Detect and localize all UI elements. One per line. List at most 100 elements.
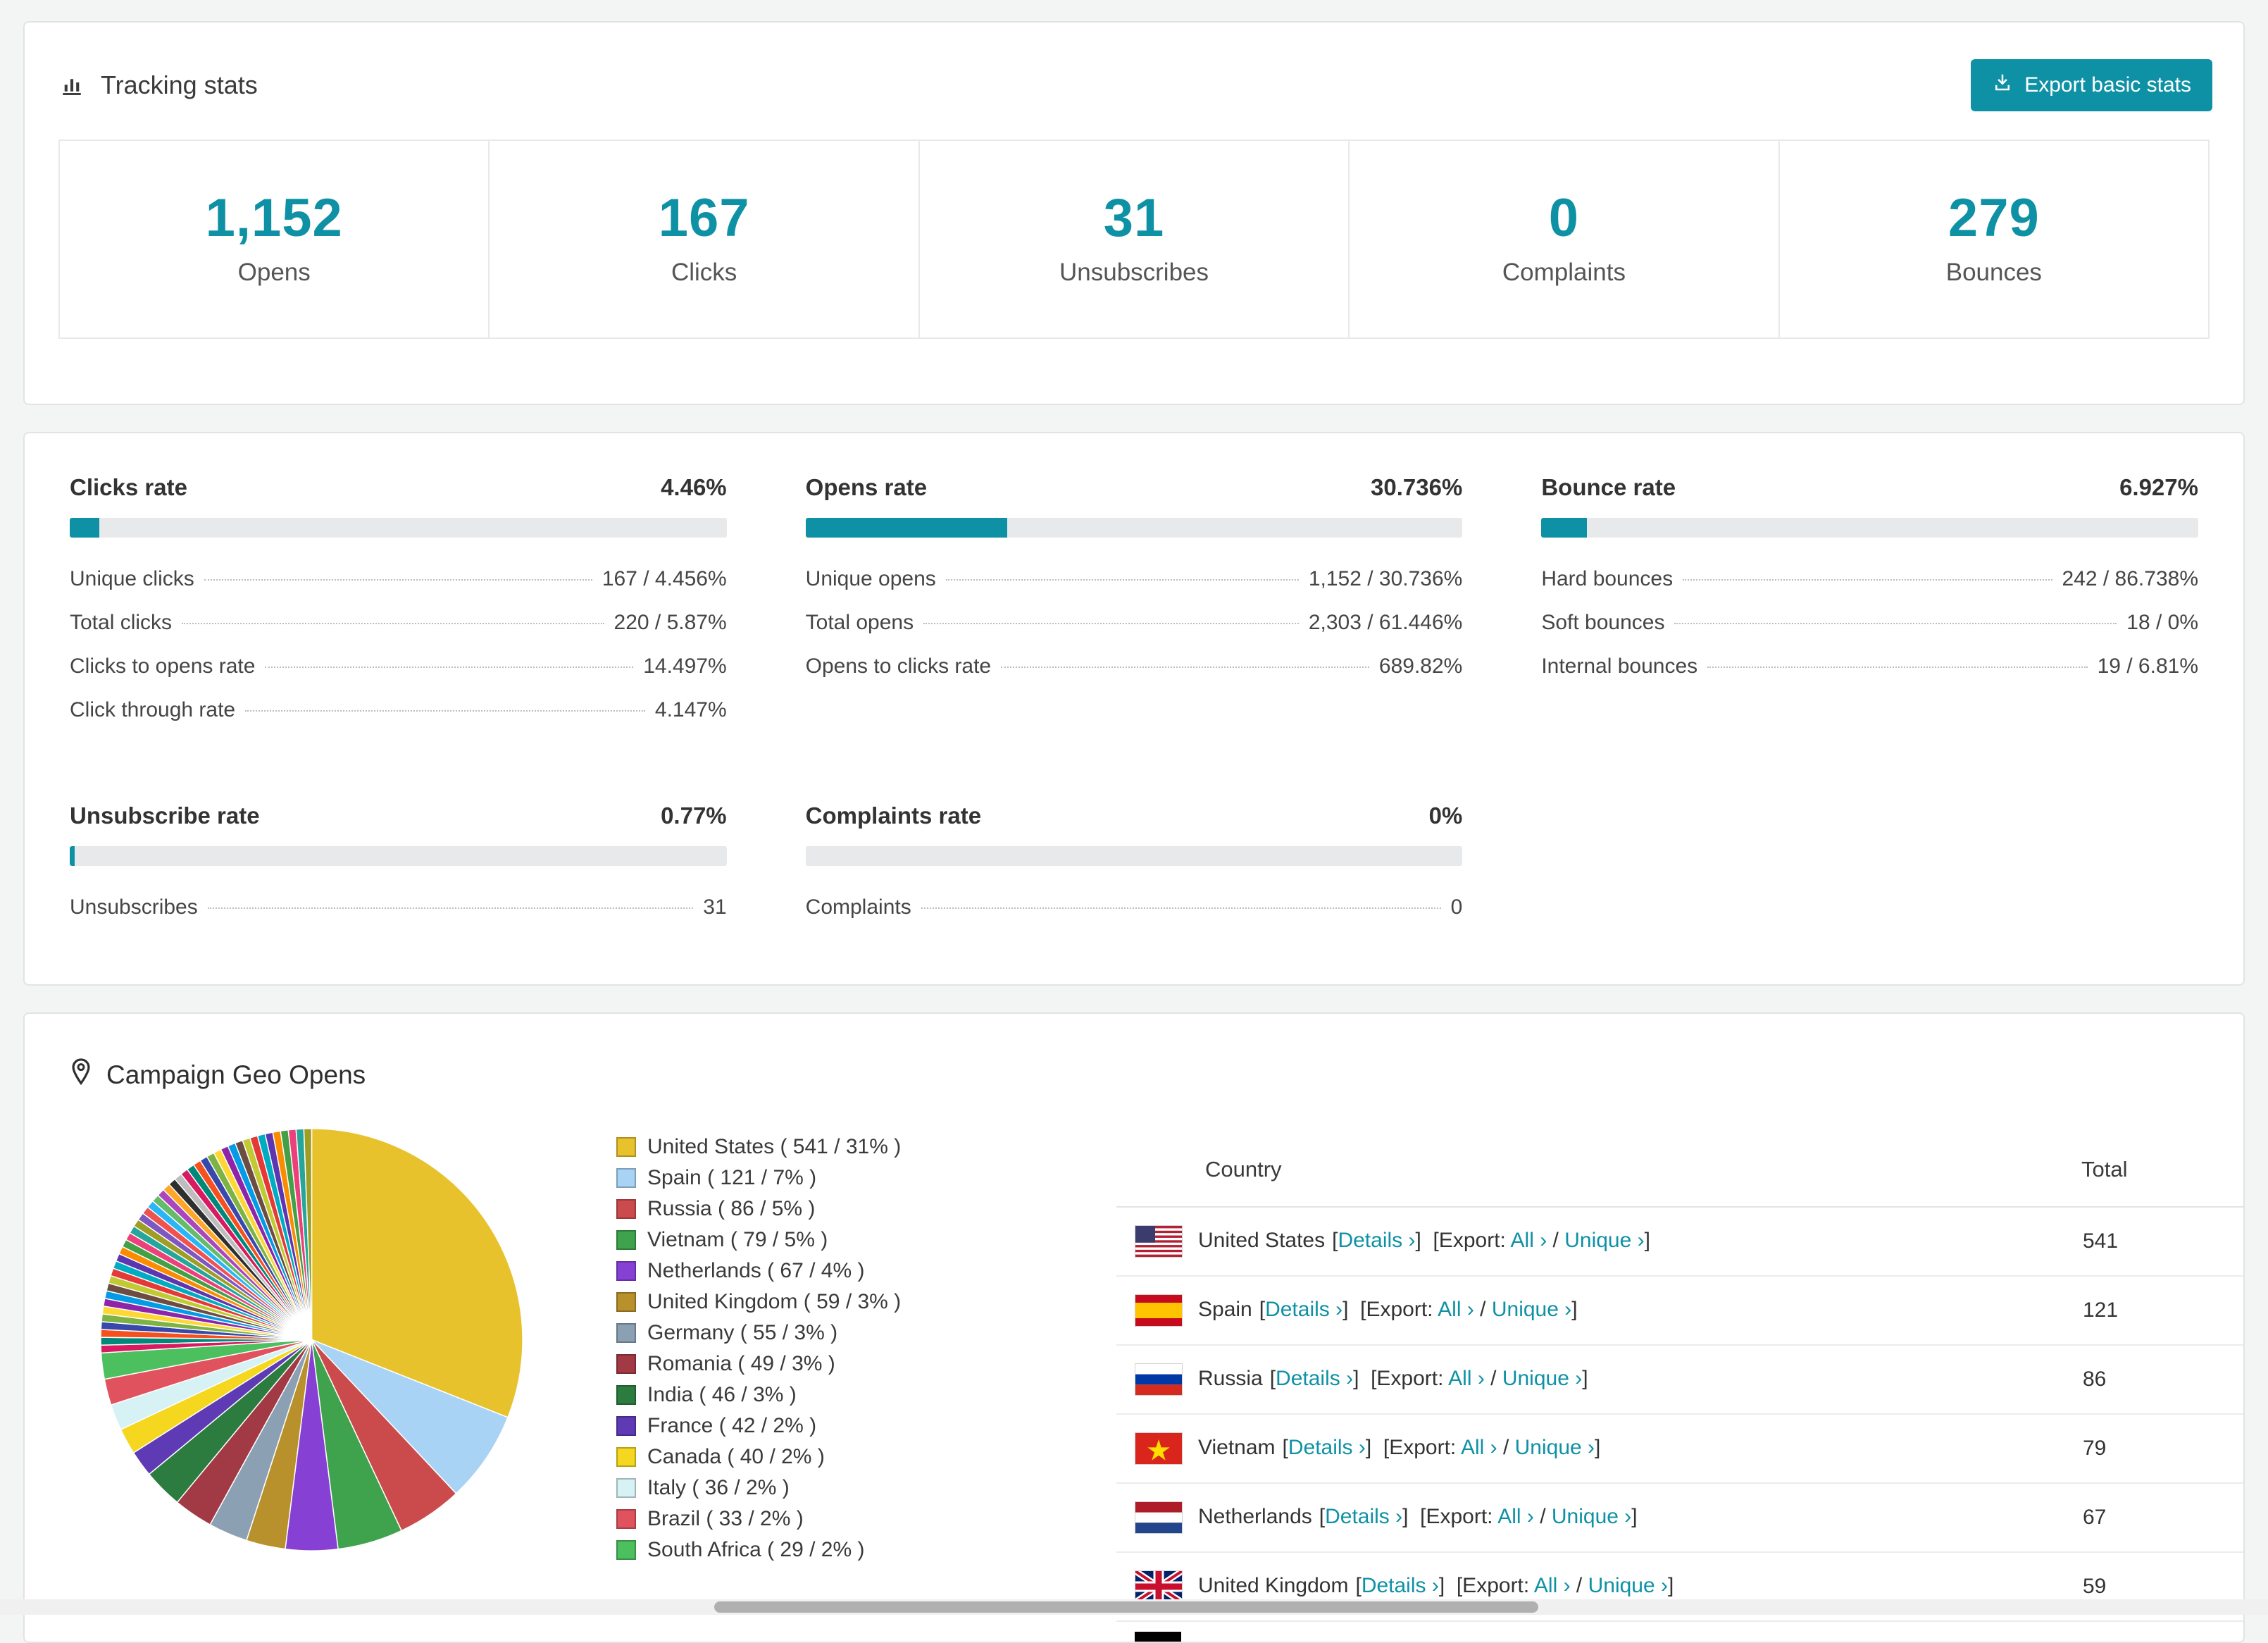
rate-detail-row: Click through rate 4.147% xyxy=(70,688,727,732)
geo-body: United States ( 541 / 31% ) Spain ( 121 /… xyxy=(25,1092,2243,1642)
geo-opens-header: Campaign Geo Opens xyxy=(25,1014,2243,1092)
legend-label: United Kingdom ( 59 / 3% ) xyxy=(647,1290,902,1313)
export-unique-link[interactable]: Unique › xyxy=(1552,1505,1631,1528)
stat-value: 0 xyxy=(1548,188,1580,248)
legend-label: Netherlands ( 67 / 4% ) xyxy=(647,1259,865,1282)
stat-bounces: 279 Bounces xyxy=(1780,141,2208,337)
rate-detail-label: Soft bounces xyxy=(1541,611,1665,634)
legend-item: United Kingdom ( 59 / 3% ) xyxy=(616,1286,1011,1318)
flag-gb-icon xyxy=(1135,1570,1183,1603)
progress-bar xyxy=(70,518,727,538)
rate-detail-label: Hard bounces xyxy=(1541,567,1674,590)
legend-swatch-icon xyxy=(616,1230,636,1250)
geo-table-row: United States [Details ›] [Export: All › … xyxy=(1116,1207,2243,1277)
country-details-link[interactable]: Details › xyxy=(1265,1298,1342,1321)
rates-card: Clicks rate 4.46% Unique clicks 167 / 4.4… xyxy=(23,432,2245,986)
rate-bounce: Bounce rate 6.927% Hard bounces 242 / 86.… xyxy=(1541,474,2198,732)
stat-value: 1,152 xyxy=(205,188,343,248)
legend-item: United States ( 541 / 31% ) xyxy=(616,1132,1011,1162)
country-name: Netherlands xyxy=(1198,1504,1312,1528)
country-column-header: Country xyxy=(1116,1129,2081,1208)
geo-table-row: Vietnam [Details ›] [Export: All › / Uniq… xyxy=(1116,1414,2243,1484)
rate-title: Complaints rate xyxy=(805,802,982,829)
export-all-link[interactable]: All › xyxy=(1511,1229,1547,1252)
country-details-link[interactable]: Details › xyxy=(1325,1505,1402,1528)
stat-label: Clicks xyxy=(671,259,737,286)
rate-detail-label: Complaints xyxy=(805,895,911,919)
legend-label: France ( 42 / 2% ) xyxy=(647,1414,817,1437)
flag-us-icon xyxy=(1135,1225,1183,1258)
rate-opens: Opens rate 30.736% Unique opens 1,152 / 3… xyxy=(805,474,1463,732)
dotted-leader xyxy=(207,907,694,909)
legend-item: Netherlands ( 67 / 4% ) xyxy=(616,1256,1011,1286)
legend-swatch-icon xyxy=(616,1137,636,1157)
export-all-link[interactable]: All › xyxy=(1438,1298,1474,1321)
geo-table-header-row: Country Total xyxy=(1116,1129,2243,1208)
stat-label: Unsubscribes xyxy=(1059,259,1209,286)
rate-detail-value: 4.147% xyxy=(654,698,727,721)
rate-detail-row: Total opens 2,303 / 61.446% xyxy=(806,601,1463,645)
horizontal-scrollbar-track[interactable] xyxy=(0,1599,2268,1615)
rate-detail-row: Hard bounces 242 / 86.738% xyxy=(1541,557,2198,601)
legend-swatch-icon xyxy=(616,1292,636,1312)
dotted-leader xyxy=(1674,623,2117,624)
legend-item: Spain ( 121 / 7% ) xyxy=(616,1162,1011,1194)
rate-title: Unsubscribe rate xyxy=(70,802,260,829)
rate-clicks: Clicks rate 4.46% Unique clicks 167 / 4.4… xyxy=(70,474,727,732)
export-all-link[interactable]: All › xyxy=(1448,1367,1485,1390)
dotted-leader xyxy=(182,623,604,624)
export-basic-stats-button[interactable]: Export basic stats xyxy=(1971,59,2212,111)
legend-label: Vietnam ( 79 / 5% ) xyxy=(647,1228,828,1251)
legend-swatch-icon xyxy=(616,1416,636,1436)
horizontal-scrollbar-thumb[interactable] xyxy=(714,1601,1538,1613)
legend-label: South Africa ( 29 / 2% ) xyxy=(647,1538,865,1561)
stats-summary-row: 1,152 Opens 167 Clicks 31 Unsubscribes 0… xyxy=(58,140,2210,339)
progress-bar xyxy=(805,518,1463,538)
legend-label: Germany ( 55 / 3% ) xyxy=(647,1321,838,1344)
country-total: 86 xyxy=(2081,1345,2243,1415)
export-all-link[interactable]: All › xyxy=(1534,1574,1571,1597)
rate-detail-label: Unique clicks xyxy=(70,567,194,590)
export-unique-link[interactable]: Unique › xyxy=(1515,1436,1595,1459)
rate-detail-row: Clicks to opens rate 14.497% xyxy=(70,645,727,688)
rate-detail-value: 2,303 / 61.446% xyxy=(1308,611,1463,634)
rate-value: 4.46% xyxy=(661,474,727,500)
export-all-link[interactable]: All › xyxy=(1461,1436,1497,1459)
flag-ru-icon xyxy=(1135,1363,1183,1396)
export-unique-link[interactable]: Unique › xyxy=(1492,1298,1571,1321)
export-all-link[interactable]: All › xyxy=(1497,1505,1534,1528)
dotted-leader xyxy=(1707,666,2088,668)
rate-detail-value: 0 xyxy=(1450,895,1463,919)
rate-value: 0% xyxy=(1428,802,1463,829)
legend-swatch-icon xyxy=(616,1478,636,1498)
flag-es-icon xyxy=(1135,1294,1183,1327)
rate-detail-label: Opens to clicks rate xyxy=(805,655,992,678)
geo-table: Country Total United States [Details ›] [… xyxy=(1116,1129,2243,1642)
export-unique-link[interactable]: Unique › xyxy=(1502,1367,1582,1390)
legend-swatch-icon xyxy=(616,1323,636,1343)
rate-value: 0.77% xyxy=(661,802,727,829)
rate-detail-value: 689.82% xyxy=(1378,655,1463,678)
geo-legend: United States ( 541 / 31% ) Spain ( 121 /… xyxy=(616,1132,1011,1566)
legend-label: Brazil ( 33 / 2% ) xyxy=(647,1507,804,1530)
legend-item: Russia ( 86 / 5% ) xyxy=(616,1194,1011,1224)
rate-detail-row: Unsubscribes 31 xyxy=(70,886,727,929)
legend-swatch-icon xyxy=(616,1354,636,1374)
country-details-link[interactable]: Details › xyxy=(1362,1574,1439,1597)
rate-unsubscribe: Unsubscribe rate 0.77% Unsubscribes 31 xyxy=(70,802,727,929)
country-total: 67 xyxy=(2081,1483,2243,1553)
country-details-link[interactable]: Details › xyxy=(1276,1367,1353,1390)
country-details-link[interactable]: Details › xyxy=(1288,1436,1366,1459)
legend-swatch-icon xyxy=(616,1540,636,1560)
flag-vn-icon xyxy=(1135,1432,1183,1465)
bar-chart-icon xyxy=(58,72,85,99)
country-details-link[interactable]: Details › xyxy=(1338,1229,1415,1252)
rate-complaints: Complaints rate 0% Complaints 0 xyxy=(805,802,1463,929)
export-unique-link[interactable]: Unique › xyxy=(1588,1574,1668,1597)
rate-detail-value: 167 / 4.456% xyxy=(602,567,727,590)
export-unique-link[interactable]: Unique › xyxy=(1564,1229,1644,1252)
progress-bar xyxy=(1541,518,2198,538)
rate-detail-row: Total clicks 220 / 5.87% xyxy=(70,601,727,645)
legend-label: Italy ( 36 / 2% ) xyxy=(647,1476,790,1499)
rate-title: Bounce rate xyxy=(1541,474,1676,500)
